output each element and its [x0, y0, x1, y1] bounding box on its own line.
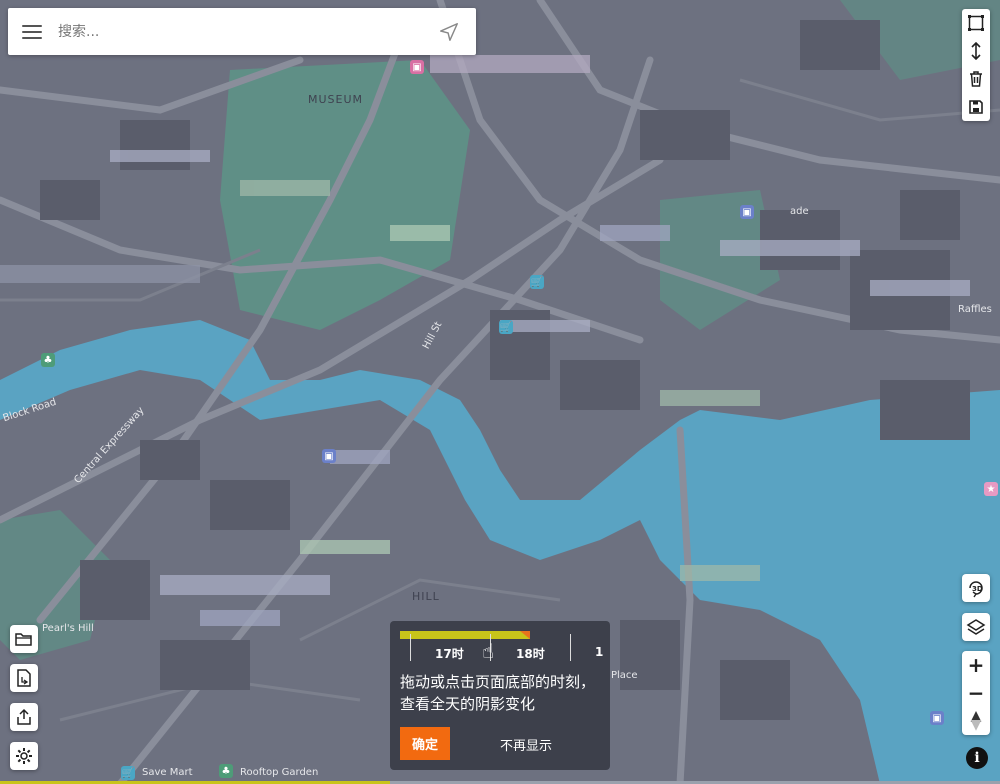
map-label-rooftop-garden: Rooftop Garden [240, 767, 319, 778]
polygon-icon[interactable] [962, 9, 990, 37]
park-poi-icon[interactable]: ♣ [219, 764, 233, 778]
map-label-hill: HILL [412, 590, 440, 603]
hour-label-17: 17时 [435, 647, 464, 661]
shopping-poi-icon[interactable]: 🛒 [530, 275, 544, 289]
transit-poi-icon[interactable]: ▣ [740, 205, 754, 219]
hour-label-18: 18时 [516, 647, 545, 661]
map-label-pearls-hill: Pearl's Hill [42, 623, 94, 634]
attraction-poi-icon[interactable]: ★ [984, 482, 998, 496]
time-slider-track[interactable] [400, 631, 530, 639]
zoom-in-button[interactable]: + [962, 651, 990, 679]
rotate-3d-icon[interactable]: 3D [962, 574, 990, 602]
shadow-tip-popup: 17时 18时 1 ☝ 拖动或点击页面底部的时刻，查看全天的阴影变化 确定 不再… [390, 621, 610, 770]
transit-poi-icon[interactable]: ▣ [930, 711, 944, 725]
dont-show-again-button[interactable]: 不再显示 [500, 735, 552, 754]
search-input[interactable] [56, 22, 438, 41]
map-label-ade: ade [790, 206, 809, 217]
folder-icon[interactable] [10, 625, 38, 653]
park-poi-icon[interactable]: ♣ [41, 353, 55, 367]
map-label-save-mart: Save Mart [142, 767, 193, 778]
save-icon[interactable] [962, 93, 990, 121]
file-export-icon[interactable] [10, 664, 38, 692]
compass-icon[interactable]: ▲ ▼ [962, 707, 990, 735]
menu-icon[interactable] [22, 24, 42, 39]
draw-toolbar [962, 9, 990, 121]
shopping-poi-icon[interactable]: 🛒 [121, 766, 135, 780]
transit-poi-icon[interactable]: ▣ [322, 449, 336, 463]
layers-icon[interactable] [962, 613, 990, 641]
time-tick [410, 634, 411, 661]
map-label-place: Place [611, 670, 638, 681]
zoom-out-button[interactable]: − [962, 679, 990, 707]
search-bar [8, 8, 476, 55]
send-icon[interactable] [438, 21, 460, 43]
confirm-button[interactable]: 确定 [400, 727, 450, 760]
info-icon[interactable]: i [966, 747, 988, 769]
share-icon[interactable] [10, 703, 38, 731]
trash-icon[interactable] [962, 65, 990, 93]
settings-icon[interactable] [10, 742, 38, 770]
map-label-museum: MUSEUM [308, 93, 364, 106]
time-tick [570, 634, 571, 661]
time-slider-handle[interactable] [520, 631, 530, 639]
hour-label-next: 1 [595, 645, 604, 659]
compass-south: ▼ [970, 717, 982, 733]
map-label-raffles: Raffles [958, 304, 992, 315]
shopping-poi-icon[interactable]: 🛒 [499, 320, 513, 334]
hand-pointer-icon: ☝ [482, 639, 495, 663]
popup-message: 拖动或点击页面底部的时刻，查看全天的阴影变化 [400, 673, 596, 713]
shopping-poi-icon[interactable]: ▣ [410, 60, 424, 74]
zoom-control: + − ▲ ▼ [962, 651, 990, 735]
measure-vertical-icon[interactable] [962, 37, 990, 65]
